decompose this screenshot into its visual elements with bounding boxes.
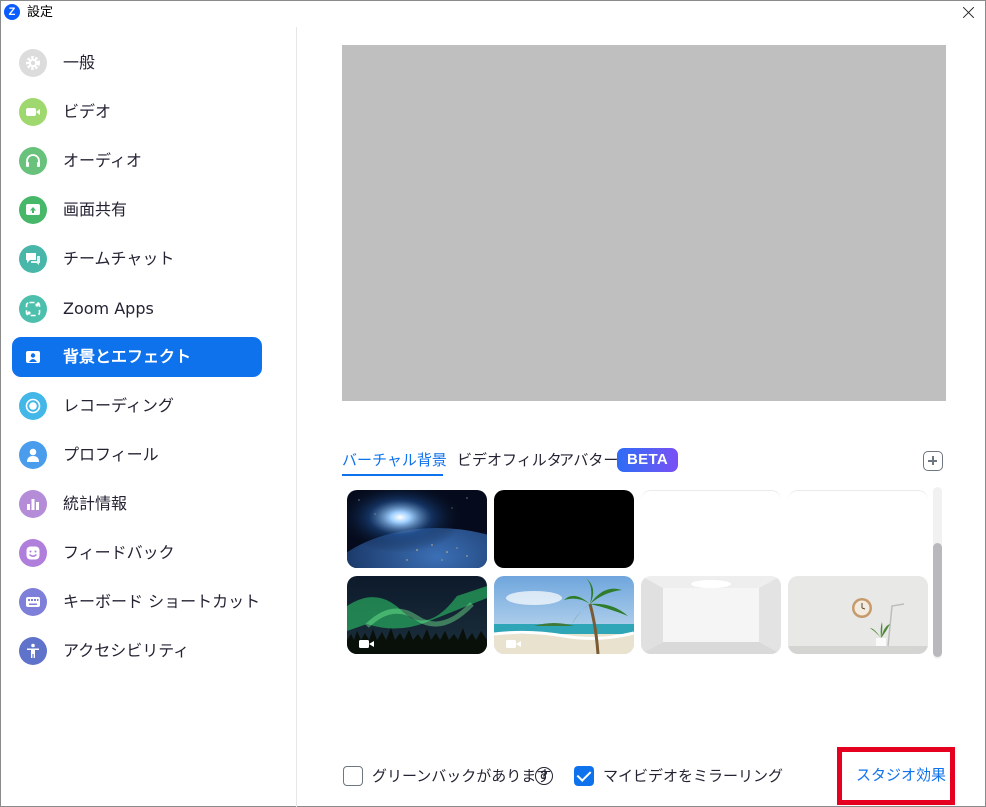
sidebar-item-label: キーボード ショートカット [63, 592, 261, 611]
sidebar-item-label: 背景とエフェクト [63, 347, 192, 366]
video-preview [342, 45, 946, 401]
sidebar-item-audio[interactable]: オーディオ [12, 141, 262, 181]
background-thumbnail-white-1[interactable] [641, 490, 781, 568]
sidebar-item-accessibility[interactable]: アクセシビリティ [12, 631, 262, 671]
video-camera-icon [19, 98, 47, 126]
background-thumbnail-earth[interactable] [347, 490, 487, 568]
settings-sidebar: 一般 ビデオ オーディオ 画面共有 チームチャット Zoom Apps 背景とエ… [1, 27, 297, 807]
beta-badge: BETA [617, 448, 678, 472]
sidebar-item-feedback[interactable]: フィードバック [12, 533, 262, 573]
feedback-icon [19, 539, 47, 567]
tab-avatars[interactable]: アバター [559, 449, 618, 471]
highlight-annotation [837, 747, 955, 805]
sidebar-item-recording[interactable]: レコーディング [12, 386, 262, 426]
sidebar-item-label: レコーディング [63, 396, 174, 415]
tab-video-filters[interactable]: ビデオフィルタ [457, 449, 562, 471]
sidebar-item-label: 画面共有 [63, 200, 128, 219]
zoom-logo-icon: Z [4, 4, 20, 20]
share-screen-icon [19, 196, 47, 224]
sidebar-item-statistics[interactable]: 統計情報 [12, 484, 262, 524]
sidebar-item-label: チームチャット [63, 249, 175, 268]
green-screen-checkbox[interactable] [343, 766, 363, 786]
apps-icon [19, 295, 47, 323]
record-icon [19, 392, 47, 420]
sidebar-item-profile[interactable]: プロフィール [12, 435, 262, 475]
tab-virtual-background[interactable]: バーチャル背景 [342, 449, 447, 471]
sidebar-item-keyboard-shortcuts[interactable]: キーボード ショートカット [12, 582, 262, 622]
green-screen-label: グリーンバックがあります [372, 767, 552, 785]
sidebar-item-label: フィードバック [63, 543, 175, 562]
background-thumbnail-clock-plant[interactable] [788, 576, 928, 654]
settings-window: Z 設定 一般 ビデオ オーディオ 画面共有 チームチャット Zoom Apps… [0, 0, 986, 807]
sidebar-item-general[interactable]: 一般 [12, 43, 262, 83]
sidebar-item-label: 一般 [63, 53, 96, 72]
close-window-button[interactable] [951, 1, 985, 25]
sidebar-item-background-effects[interactable]: 背景とエフェクト [12, 337, 262, 377]
video-background-icon [506, 640, 521, 648]
gear-icon [19, 49, 47, 77]
sidebar-item-label: プロフィール [63, 445, 159, 464]
background-thumbnail-white-2[interactable] [788, 490, 928, 568]
profile-icon [19, 441, 47, 469]
window-title: 設定 [27, 5, 54, 20]
chat-icon [19, 245, 47, 273]
sidebar-item-label: アクセシビリティ [63, 641, 190, 660]
background-thumbnail-aurora[interactable] [347, 576, 487, 654]
background-thumbnail-beach[interactable] [494, 576, 634, 654]
title-bar: Z 設定 [1, 1, 985, 26]
sidebar-item-label: 統計情報 [63, 494, 128, 513]
mirror-video-checkbox[interactable] [574, 766, 594, 786]
background-thumbnail-white-room[interactable] [641, 576, 781, 654]
mirror-video-label: マイビデオをミラーリング [603, 767, 784, 785]
backgrounds-scrollbar[interactable] [933, 487, 942, 659]
sidebar-item-video[interactable]: ビデオ [12, 92, 262, 132]
background-icon [19, 343, 47, 371]
video-background-icon [359, 640, 374, 648]
sidebar-item-label: オーディオ [63, 151, 142, 170]
active-tab-underline [342, 474, 443, 476]
background-thumbnail-black[interactable] [494, 490, 634, 568]
statistics-icon [19, 490, 47, 518]
keyboard-icon [19, 588, 47, 616]
sidebar-item-zoom-apps[interactable]: Zoom Apps [12, 289, 262, 329]
sidebar-item-team-chat[interactable]: チームチャット [12, 239, 262, 279]
accessibility-icon [19, 637, 47, 665]
help-icon[interactable]: ? [535, 767, 553, 785]
sidebar-item-label: ビデオ [63, 102, 112, 121]
scrollbar-thumb[interactable] [933, 543, 942, 657]
add-background-button[interactable] [923, 451, 943, 471]
headphones-icon [19, 147, 47, 175]
sidebar-item-label: Zoom Apps [63, 299, 154, 318]
sidebar-item-screen-share[interactable]: 画面共有 [12, 190, 262, 230]
